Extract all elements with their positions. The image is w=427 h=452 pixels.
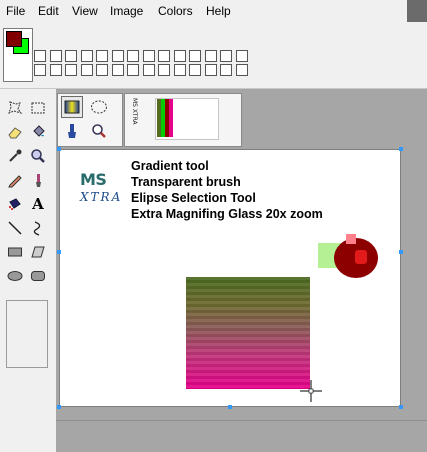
window-edge (407, 0, 427, 22)
menu-edit[interactable]: Edit (38, 3, 59, 19)
palette-swatch[interactable] (111, 50, 124, 62)
logo-ms: MS (80, 170, 107, 189)
palette-swatch[interactable] (189, 50, 201, 62)
resize-handle-top-right[interactable] (399, 147, 403, 151)
xtra-tools-panel (57, 93, 123, 147)
current-colors-indicator[interactable] (3, 28, 33, 82)
palette-swatch[interactable] (80, 50, 93, 62)
palette-swatch[interactable] (34, 64, 46, 76)
palette-swatch[interactable] (158, 50, 170, 62)
resize-handle-bottom-right[interactable] (399, 405, 403, 409)
palette-swatch[interactable] (127, 50, 139, 62)
foreground-color-swatch[interactable] (6, 31, 22, 47)
bright-red-stroke (355, 250, 367, 264)
palette-swatch[interactable] (220, 50, 232, 62)
curve-icon[interactable] (27, 217, 49, 239)
menu-bar: File Edit View Image Colors Help (0, 0, 427, 23)
toolbox: A (0, 89, 56, 452)
palette-swatch[interactable] (220, 64, 232, 76)
feature-extra-magnifier: Extra Magnifing Glass 20x zoom (131, 207, 323, 221)
palette-swatch[interactable] (96, 64, 108, 76)
palette-swatch[interactable] (49, 50, 62, 62)
palette-swatch[interactable] (34, 50, 46, 62)
palette-swatch[interactable] (65, 50, 77, 62)
brush-icon[interactable] (27, 169, 49, 191)
pencil-icon[interactable] (4, 169, 26, 191)
resize-handle-bottom-left[interactable] (57, 405, 61, 409)
workspace-divider (56, 420, 427, 421)
palette-swatch[interactable] (65, 64, 77, 76)
ellipse-icon[interactable] (4, 265, 26, 287)
palette-swatch[interactable] (142, 50, 155, 62)
pink-transparent-stroke (346, 234, 356, 244)
feature-ellipse-selection: Elipse Selection Tool (131, 191, 256, 205)
palette-swatch[interactable] (49, 64, 62, 76)
resize-handle-top-left[interactable] (57, 147, 61, 151)
palette-swatch[interactable] (96, 50, 108, 62)
palette-swatch[interactable] (142, 64, 155, 76)
rounded-rect-icon[interactable] (27, 265, 49, 287)
palette-swatch[interactable] (80, 64, 93, 76)
menu-file[interactable]: File (6, 3, 25, 19)
ellipse-selection-icon[interactable] (88, 96, 110, 118)
crosshair-cursor-icon (300, 380, 322, 402)
feature-transparent-brush: Transparent brush (131, 175, 241, 189)
preview-stripe-magenta (169, 99, 173, 137)
logo-xtra: XTRA (80, 190, 123, 204)
airbrush-icon[interactable] (4, 193, 26, 215)
palette-swatch[interactable] (173, 64, 186, 76)
magnifier-icon[interactable] (27, 145, 49, 167)
menu-view[interactable]: View (72, 3, 98, 19)
tool-options-box[interactable] (6, 300, 48, 368)
palette-swatch[interactable] (111, 64, 124, 76)
line-icon[interactable] (4, 217, 26, 239)
palette-swatch[interactable] (204, 64, 217, 76)
palette-swatch[interactable] (173, 50, 186, 62)
palette-swatch[interactable] (204, 50, 217, 62)
menu-colors[interactable]: Colors (158, 3, 193, 19)
fill-bucket-icon[interactable] (27, 121, 49, 143)
palette-swatch[interactable] (189, 64, 201, 76)
resize-handle-bottom-middle[interactable] (228, 405, 232, 409)
transparent-brush-icon[interactable] (61, 120, 83, 142)
eraser-icon[interactable] (4, 121, 26, 143)
resize-handle-left-middle[interactable] (57, 250, 61, 254)
resize-handle-right-middle[interactable] (399, 250, 403, 254)
free-form-select-icon[interactable] (4, 97, 26, 119)
preview-label: MS XTRA (131, 98, 138, 125)
palette-swatch[interactable] (158, 64, 170, 76)
gradient-rectangle (186, 277, 310, 389)
extra-magnifier-icon[interactable] (88, 120, 110, 142)
preview-panel: MS XTRA (124, 93, 242, 147)
feature-gradient-tool: Gradient tool (131, 159, 209, 173)
palette-swatch[interactable] (235, 64, 248, 76)
polygon-icon[interactable] (27, 241, 49, 263)
palette-swatch[interactable] (235, 50, 248, 62)
rectangle-icon[interactable] (4, 241, 26, 263)
palette-swatch[interactable] (127, 64, 139, 76)
text-icon[interactable]: A (27, 193, 49, 215)
menu-image[interactable]: Image (110, 3, 143, 19)
gradient-tool-icon[interactable] (61, 96, 83, 118)
menu-help[interactable]: Help (206, 3, 231, 19)
preview-thumbnail[interactable] (155, 98, 219, 140)
color-picker-icon[interactable] (4, 145, 26, 167)
rect-select-icon[interactable] (27, 97, 49, 119)
